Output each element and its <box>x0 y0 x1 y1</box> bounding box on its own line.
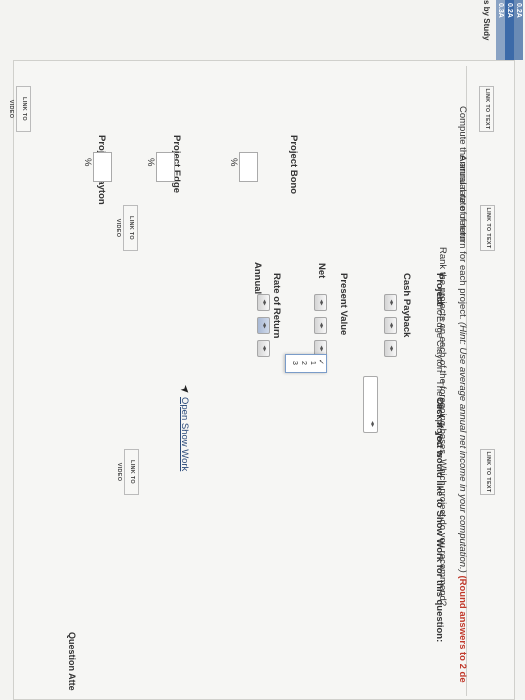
col-arr-line1: Annual <box>252 262 263 295</box>
rank-dropdown-list[interactable]: ✓ 1 2 3 <box>285 354 327 373</box>
percent-sign-edge: % <box>145 158 156 167</box>
rate-input-clayton[interactable] <box>93 152 112 182</box>
section2-link-to-text-button[interactable]: LINK TO TEXT <box>480 449 495 495</box>
header-project-bono: Project Bono <box>288 135 299 195</box>
rank-arr-clayton-select[interactable]: ◂▸ <box>257 340 270 357</box>
rank-npv-edge-select[interactable]: ◂▸ <box>314 317 327 334</box>
rate-input-bono[interactable] <box>239 152 258 182</box>
sidebar-tab-2[interactable]: 0.2A <box>505 0 514 60</box>
rank-arr-edge-select[interactable]: ◂▸ <box>257 317 270 334</box>
round-instruction: (Round answers to 2 de <box>457 575 468 683</box>
rank-option-check[interactable]: ✓ <box>317 359 325 365</box>
row-label-edge: Edge <box>434 316 445 339</box>
rank-option-3[interactable]: 3 <box>291 361 298 365</box>
row-label-bono: Bono <box>434 293 445 316</box>
show-work-prompt: Click if you would like to Show Work for… <box>434 397 445 643</box>
best-project-select[interactable]: ◂▸ <box>363 376 378 433</box>
row-label-clayton: Clayton <box>434 340 445 373</box>
screenshot-stage: 0.2A 0.2A 0.3A s by Study LINK TO TEXT L… <box>0 0 525 700</box>
rank-arr-bono-select[interactable]: ◂▸ <box>257 294 270 311</box>
sidebar-tab-1[interactable]: 0.2A <box>514 0 523 60</box>
sidebar-study-label: s by Study <box>482 0 491 41</box>
col-arr-line2: Rate of Return <box>271 273 282 339</box>
rank-payback-bono-select[interactable]: ◂▸ <box>384 294 397 311</box>
percent-sign-bono: % <box>228 158 239 167</box>
rank-option-2[interactable]: 2 <box>300 361 307 365</box>
assignment-page: 0.2A 0.2A 0.3A s by Study LINK TO TEXT L… <box>0 0 525 700</box>
col-npv-line2: Present Value <box>338 273 349 336</box>
question-attempts-label: Question Atte <box>67 632 77 691</box>
col-cash-payback: Cash Payback <box>401 273 412 338</box>
rank-payback-clayton-select[interactable]: ◂▸ <box>384 340 397 357</box>
rank-payback-edge-select[interactable]: ◂▸ <box>384 317 397 334</box>
annual-rate-label: Annual rate of return <box>457 155 468 242</box>
rank-option-1[interactable]: 1 <box>309 361 316 365</box>
top-link-to-video-button[interactable]: LINK TO VIDEO <box>8 86 31 132</box>
section1-link-to-video-button[interactable]: LINK TO VIDEO <box>115 205 138 251</box>
sidebar-tab-3[interactable]: 0.3A <box>496 0 505 60</box>
chevron-down-icon: ◂▸ <box>369 421 375 428</box>
col-npv-line1: Net <box>316 263 327 279</box>
top-link-to-text-button[interactable]: LINK TO TEXT <box>479 86 494 132</box>
hint-text: (Hint: Use average annual net income in … <box>457 322 468 576</box>
percent-sign-clayton: % <box>82 158 93 167</box>
rate-input-edge[interactable] <box>156 152 175 182</box>
rank-npv-bono-select[interactable]: ◂▸ <box>314 294 327 311</box>
open-show-work-link[interactable]: Open Show Work <box>179 397 190 471</box>
section2-link-to-video-button[interactable]: LINK TO VIDEO <box>116 449 139 495</box>
section1-link-to-text-button[interactable]: LINK TO TEXT <box>480 205 495 251</box>
